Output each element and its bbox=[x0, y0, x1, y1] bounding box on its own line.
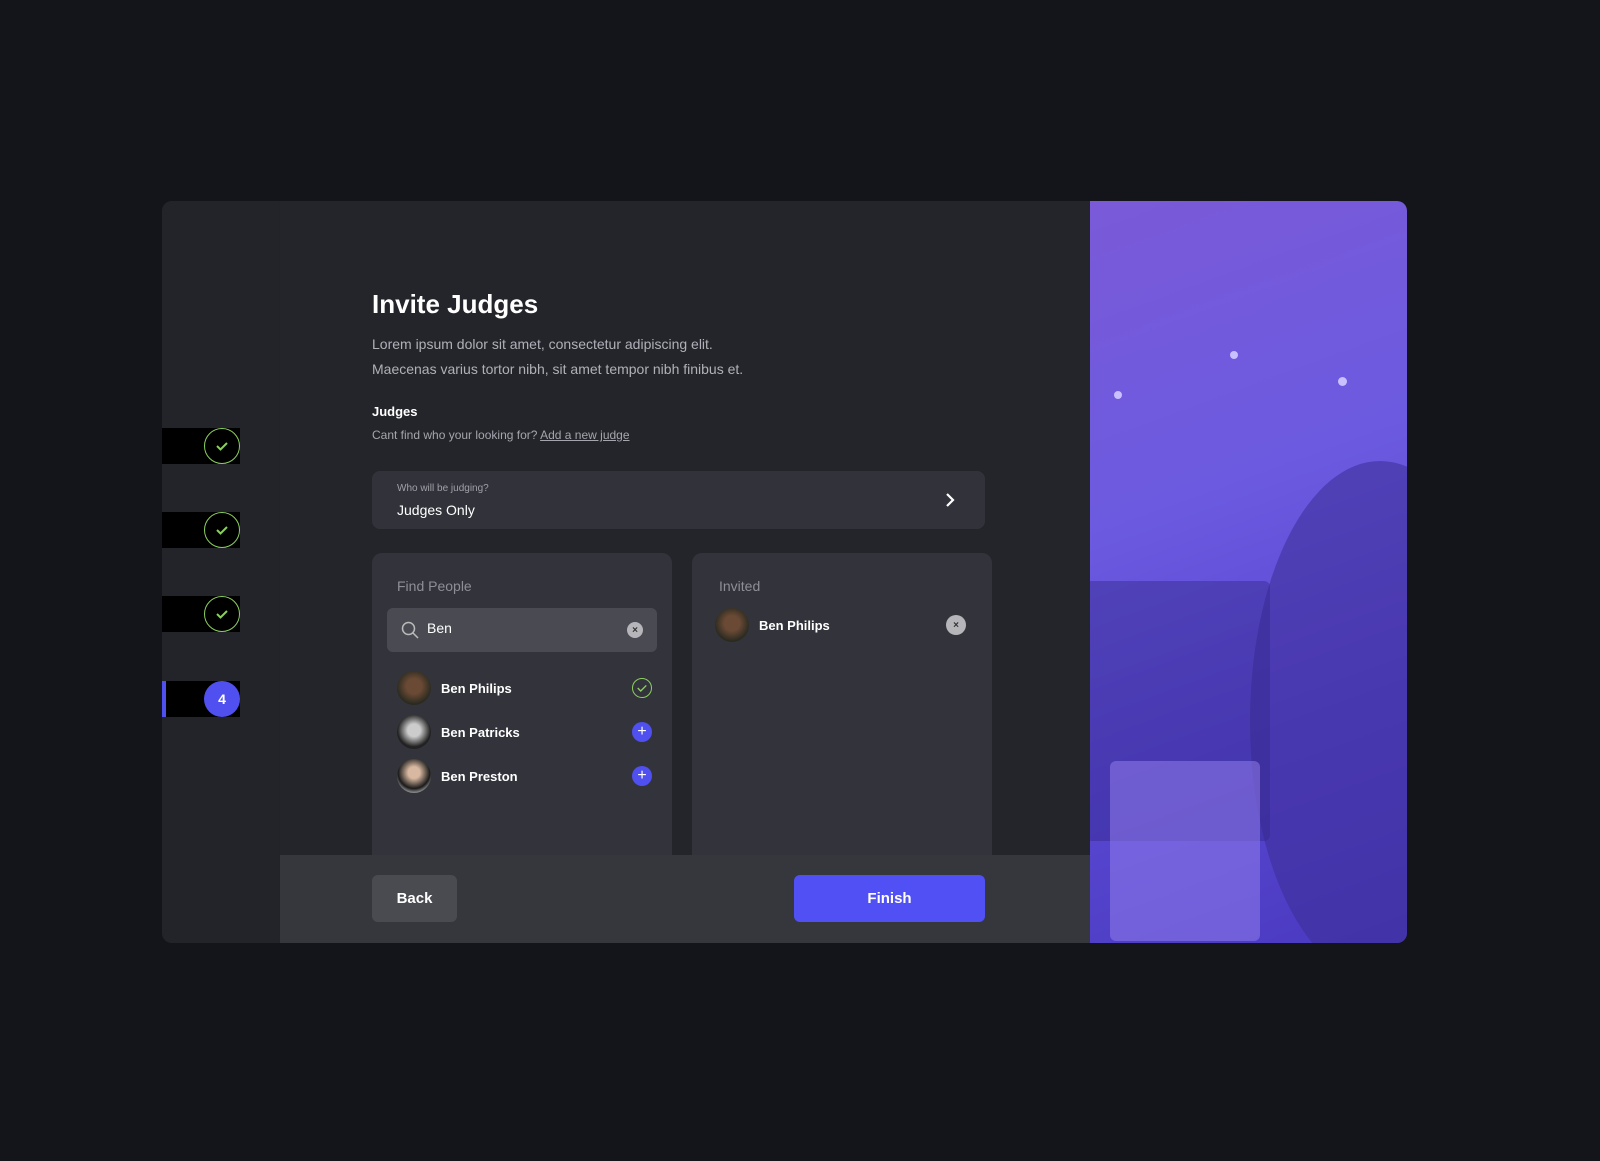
find-people-panel: Find People × Ben Philips Ben Patricks +… bbox=[372, 553, 672, 873]
check-icon bbox=[216, 610, 228, 619]
judging-select[interactable]: Who will be judging? Judges Only bbox=[372, 471, 985, 529]
person-name: Ben Philips bbox=[759, 617, 830, 633]
person-name: Ben Preston bbox=[441, 768, 518, 784]
step-sidebar: 4 bbox=[162, 201, 280, 943]
invited-panel: Invited Ben Philips × bbox=[692, 553, 992, 873]
select-label: Who will be judging? bbox=[397, 483, 489, 494]
description-line: Lorem ipsum dolor sit amet, consectetur … bbox=[372, 336, 713, 352]
person-name: Ben Patricks bbox=[441, 724, 520, 740]
hint-text: Cant find who your looking for? bbox=[372, 428, 538, 442]
search-box: × bbox=[387, 608, 657, 652]
chevron-right-icon bbox=[946, 493, 955, 507]
check-icon bbox=[216, 442, 228, 451]
hero-image bbox=[1090, 201, 1407, 943]
search-icon bbox=[401, 621, 419, 639]
search-input[interactable] bbox=[427, 620, 617, 636]
added-check-icon[interactable] bbox=[632, 678, 652, 698]
add-person-button[interactable]: + bbox=[632, 766, 652, 786]
footer: Back Finish bbox=[280, 855, 1090, 943]
plus-icon: + bbox=[637, 767, 647, 784]
page-description: Lorem ipsum dolor sit amet, consectetur … bbox=[372, 332, 743, 381]
step-3[interactable] bbox=[162, 596, 240, 632]
page-title: Invite Judges bbox=[372, 289, 539, 319]
step-1[interactable] bbox=[162, 428, 240, 464]
finish-button[interactable]: Finish bbox=[794, 875, 985, 922]
description-line: Maecenas varius tortor nibh, sit amet te… bbox=[372, 360, 744, 377]
step-2[interactable] bbox=[162, 512, 240, 548]
step-4[interactable]: 4 bbox=[162, 681, 240, 717]
list-item: Ben Patricks + bbox=[397, 714, 652, 750]
list-item: Ben Preston + bbox=[397, 758, 652, 794]
judges-label: Judges bbox=[372, 404, 418, 419]
panel-title: Find People bbox=[397, 578, 472, 594]
avatar bbox=[397, 759, 431, 793]
add-judge-link[interactable]: Add a new judge bbox=[540, 428, 629, 442]
step-number: 4 bbox=[204, 681, 240, 717]
avatar bbox=[715, 608, 749, 642]
avatar bbox=[397, 715, 431, 749]
remove-invite-icon[interactable]: × bbox=[946, 615, 966, 635]
select-value: Judges Only bbox=[397, 502, 475, 518]
invited-item: Ben Philips × bbox=[715, 607, 970, 643]
clear-search-icon[interactable]: × bbox=[627, 622, 643, 638]
add-person-button[interactable]: + bbox=[632, 722, 652, 742]
avatar bbox=[397, 671, 431, 705]
hint: Cant find who your looking for? Add a ne… bbox=[372, 428, 630, 442]
back-button[interactable]: Back bbox=[372, 875, 457, 922]
check-icon bbox=[216, 526, 228, 535]
wizard-card: 4 Invite Judges Lorem ipsum dolor sit am… bbox=[162, 201, 1407, 943]
plus-icon: + bbox=[637, 723, 647, 740]
main-content: Invite Judges Lorem ipsum dolor sit amet… bbox=[280, 201, 1090, 943]
person-name: Ben Philips bbox=[441, 680, 512, 696]
panel-title: Invited bbox=[719, 578, 761, 594]
list-item: Ben Philips bbox=[397, 670, 652, 706]
